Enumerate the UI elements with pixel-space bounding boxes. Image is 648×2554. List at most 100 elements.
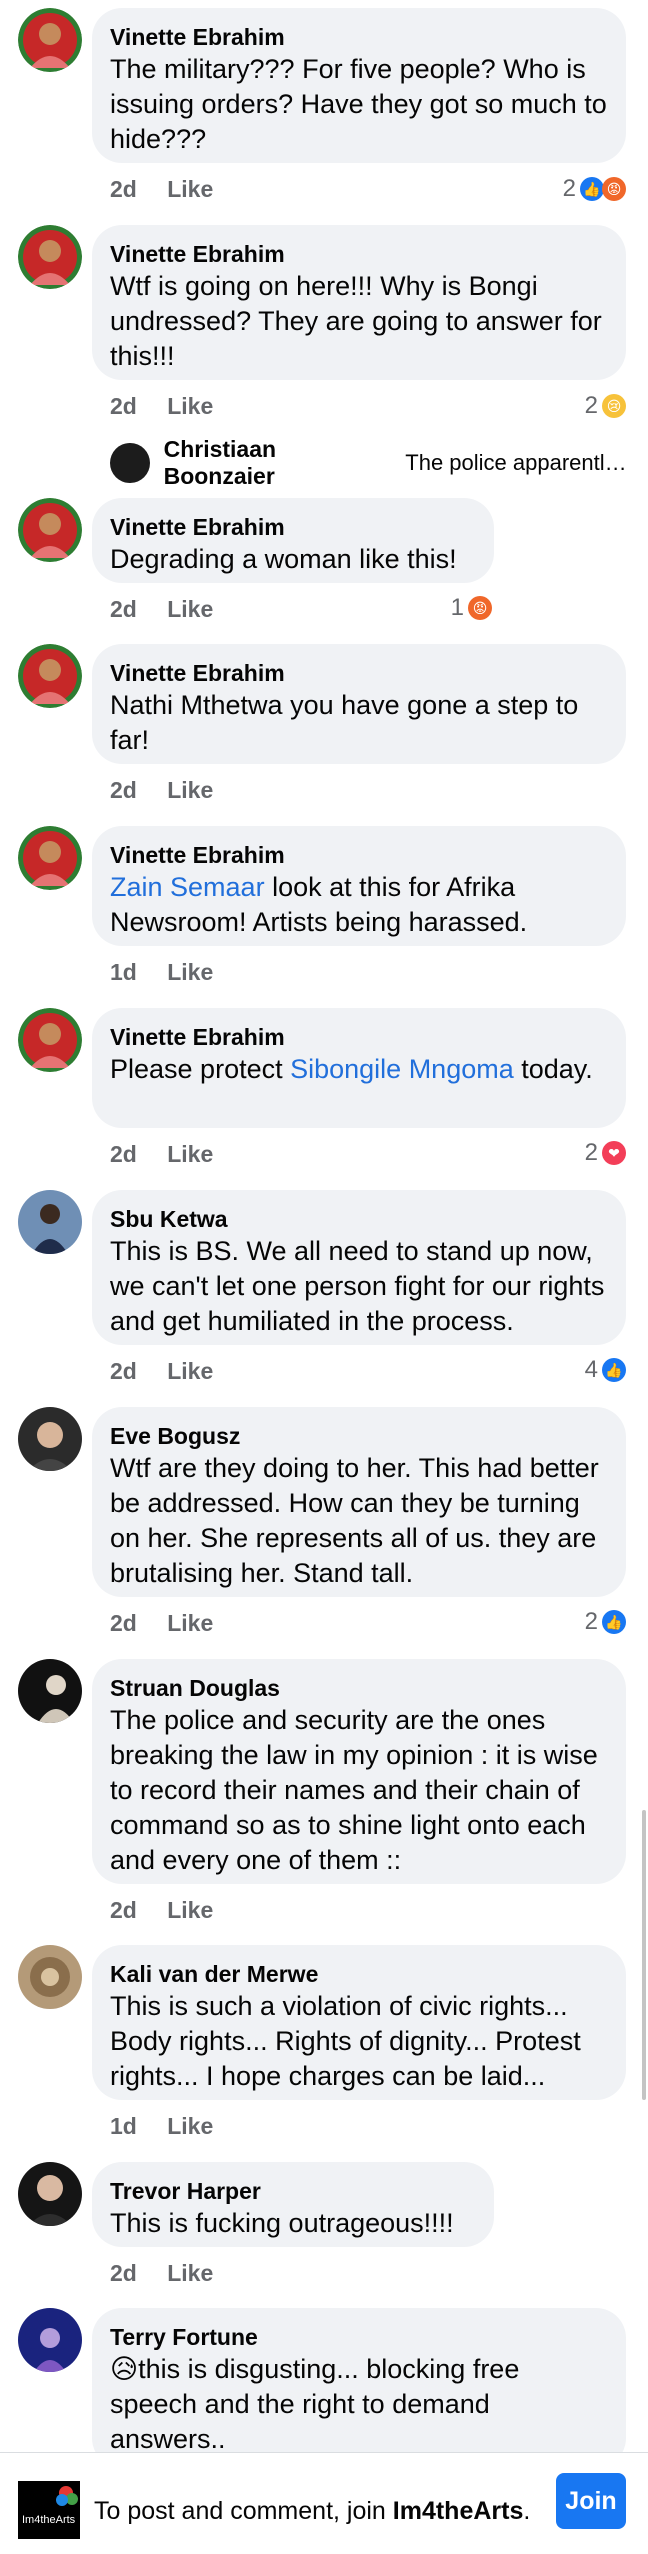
avatar-image: [18, 498, 82, 562]
comment-author[interactable]: Kali van der Merwe: [110, 1959, 608, 1989]
comment-text: Degrading a woman like this!: [110, 544, 457, 574]
comment-author[interactable]: Terry Fortune: [110, 2322, 608, 2352]
avatar[interactable]: [18, 1190, 82, 1254]
like-button[interactable]: Like: [167, 1897, 213, 1923]
reply-preview[interactable]: Christiaan Boonzaier The police apparent…: [110, 436, 630, 490]
avatar[interactable]: [18, 8, 82, 72]
comment-time[interactable]: 2d: [110, 1610, 137, 1636]
comment-text: This is such a violation of civic rights…: [110, 1991, 581, 2091]
reactions[interactable]: 2 😢: [585, 392, 626, 420]
comment-time[interactable]: 2d: [110, 596, 137, 622]
like-button[interactable]: Like: [167, 596, 213, 622]
comment-meta: 1d Like: [110, 2113, 213, 2140]
avatar-image: [18, 225, 82, 289]
avatar[interactable]: [18, 1407, 82, 1471]
group-logo-text: Im4theArts: [22, 2514, 76, 2526]
comment-bubble: Struan Douglas The police and security a…: [92, 1659, 626, 1884]
like-button[interactable]: Like: [167, 1141, 213, 1167]
comment-bubble: Vinette Ebrahim Zain Semaar look at this…: [92, 826, 626, 946]
avatar-image: [18, 8, 82, 72]
reactions[interactable]: 2 ❤: [585, 1139, 626, 1167]
like-button[interactable]: Like: [167, 1358, 213, 1384]
comment-meta: 1d Like: [110, 959, 213, 986]
comment-text: Nathi Mthetwa you have gone a step to fa…: [110, 690, 579, 755]
comment-bubble: Kali van der Merwe This is such a violat…: [92, 1945, 626, 2100]
comment-author[interactable]: Vinette Ebrahim: [110, 512, 476, 542]
reactions[interactable]: 1 😡: [451, 594, 492, 622]
reply-author[interactable]: Christiaan Boonzaier: [164, 436, 392, 490]
sad-icon: 😢: [602, 394, 626, 418]
join-button[interactable]: Join: [556, 2473, 626, 2529]
avatar[interactable]: [18, 1008, 82, 1072]
avatar-image: [18, 1945, 82, 2009]
avatar[interactable]: [18, 644, 82, 708]
avatar-image: [18, 1407, 82, 1471]
comment-author[interactable]: Trevor Harper: [110, 2176, 476, 2206]
comment-author[interactable]: Vinette Ebrahim: [110, 840, 608, 870]
comment-time[interactable]: 2d: [110, 1897, 137, 1923]
comment-meta: 2d Like: [110, 777, 213, 804]
like-button[interactable]: Like: [167, 2260, 213, 2286]
comment-time[interactable]: 2d: [110, 1141, 137, 1167]
comment-text: The police and security are the ones bre…: [110, 1705, 598, 1875]
mention-link[interactable]: Sibongile Mngoma: [290, 1054, 514, 1084]
comment-text: 😥this is disgusting... blocking free spe…: [110, 2354, 520, 2454]
mention-link[interactable]: Zain Semaar: [110, 872, 265, 902]
reaction-count: 2: [584, 1608, 598, 1635]
scrollbar[interactable]: [642, 1810, 646, 2100]
avatar-image: [18, 1008, 82, 1072]
avatar-image: [18, 826, 82, 890]
comment-author[interactable]: Vinette Ebrahim: [110, 22, 608, 52]
like-button[interactable]: Like: [167, 176, 213, 202]
comment-meta: 2d Like: [110, 176, 213, 203]
avatar-image: [18, 2308, 82, 2372]
reactions[interactable]: 4 👍: [585, 1356, 626, 1384]
comment-meta: 2d Like: [110, 1358, 213, 1385]
join-footer: Im4theArts To post and comment, join Im4…: [0, 2452, 648, 2554]
comment-author[interactable]: Sbu Ketwa: [110, 1204, 608, 1234]
comment-author[interactable]: Struan Douglas: [110, 1673, 608, 1703]
like-button[interactable]: Like: [167, 959, 213, 985]
angry-icon: 😡: [602, 177, 626, 201]
comment-time[interactable]: 2d: [110, 176, 137, 202]
angry-icon: 😡: [468, 596, 492, 620]
reactions[interactable]: 2 👍 😡: [563, 175, 626, 203]
comment-time[interactable]: 2d: [110, 393, 137, 419]
comment-meta: 2d Like: [110, 2260, 213, 2287]
avatar[interactable]: [18, 1659, 82, 1723]
reactions[interactable]: 2 👍: [585, 1608, 626, 1636]
group-logo: Im4theArts: [18, 2481, 80, 2539]
comment-bubble: Vinette Ebrahim Please protect Sibongile…: [92, 1008, 626, 1128]
like-icon: 👍: [602, 1610, 626, 1634]
avatar[interactable]: [18, 2308, 82, 2372]
group-name[interactable]: Im4theArts: [393, 2497, 524, 2525]
avatar: [110, 443, 150, 483]
reaction-count: 4: [584, 1356, 598, 1383]
comment-bubble: Vinette Ebrahim Degrading a woman like t…: [92, 498, 494, 583]
comment-time[interactable]: 2d: [110, 777, 137, 803]
comment-time[interactable]: 1d: [110, 2113, 137, 2139]
comment-time[interactable]: 2d: [110, 2260, 137, 2286]
avatar[interactable]: [18, 225, 82, 289]
comment-time[interactable]: 1d: [110, 959, 137, 985]
comment-bubble: Vinette Ebrahim The military??? For five…: [92, 8, 626, 163]
comment-bubble: Terry Fortune 😥this is disgusting... blo…: [92, 2308, 626, 2468]
comment-author[interactable]: Vinette Ebrahim: [110, 1022, 608, 1052]
join-prompt: To post and comment, join Im4theArts.: [94, 2497, 530, 2526]
like-button[interactable]: Like: [167, 2113, 213, 2139]
comment-author[interactable]: Eve Bogusz: [110, 1421, 608, 1451]
comment-time[interactable]: 2d: [110, 1358, 137, 1384]
avatar[interactable]: [18, 498, 82, 562]
avatar[interactable]: [18, 2162, 82, 2226]
like-button[interactable]: Like: [167, 777, 213, 803]
comment-author[interactable]: Vinette Ebrahim: [110, 658, 608, 688]
like-button[interactable]: Like: [167, 393, 213, 419]
comment-author[interactable]: Vinette Ebrahim: [110, 239, 608, 269]
comment-text: The military??? For five people? Who is …: [110, 54, 607, 154]
like-button[interactable]: Like: [167, 1610, 213, 1636]
avatar[interactable]: [18, 826, 82, 890]
avatar[interactable]: [18, 1945, 82, 2009]
group-logo-image: Im4theArts: [18, 2481, 80, 2539]
comment-meta: 2d Like: [110, 1897, 213, 1924]
comment-bubble: Vinette Ebrahim Nathi Mthetwa you have g…: [92, 644, 626, 764]
